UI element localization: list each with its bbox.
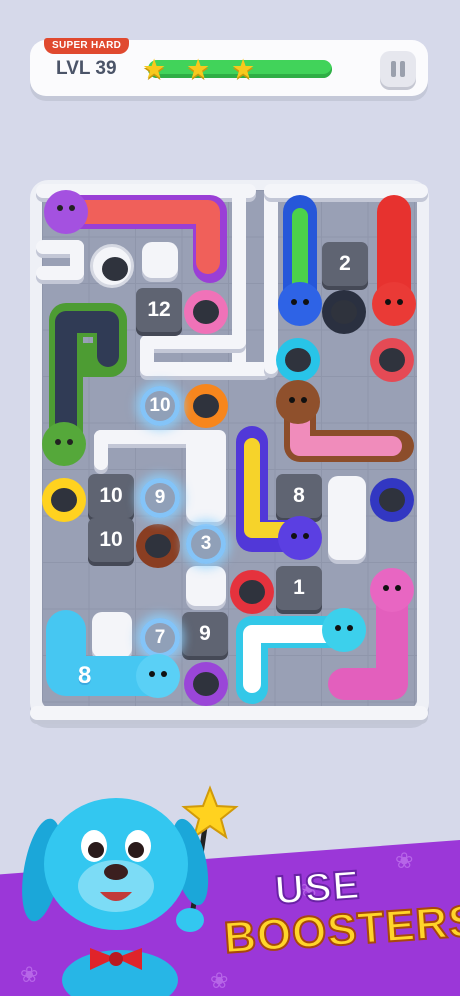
cyan-dog-move-count: 8 bbox=[78, 662, 92, 689]
blue-green-dog[interactable] bbox=[278, 195, 322, 326]
red-dog[interactable] bbox=[372, 195, 416, 326]
mascot-dog bbox=[22, 785, 239, 996]
purple-orange-dog[interactable] bbox=[44, 190, 227, 283]
green-dog[interactable] bbox=[42, 303, 127, 466]
paw-icon: ❀ bbox=[395, 848, 414, 873]
brown-pink-dog[interactable] bbox=[276, 380, 414, 462]
